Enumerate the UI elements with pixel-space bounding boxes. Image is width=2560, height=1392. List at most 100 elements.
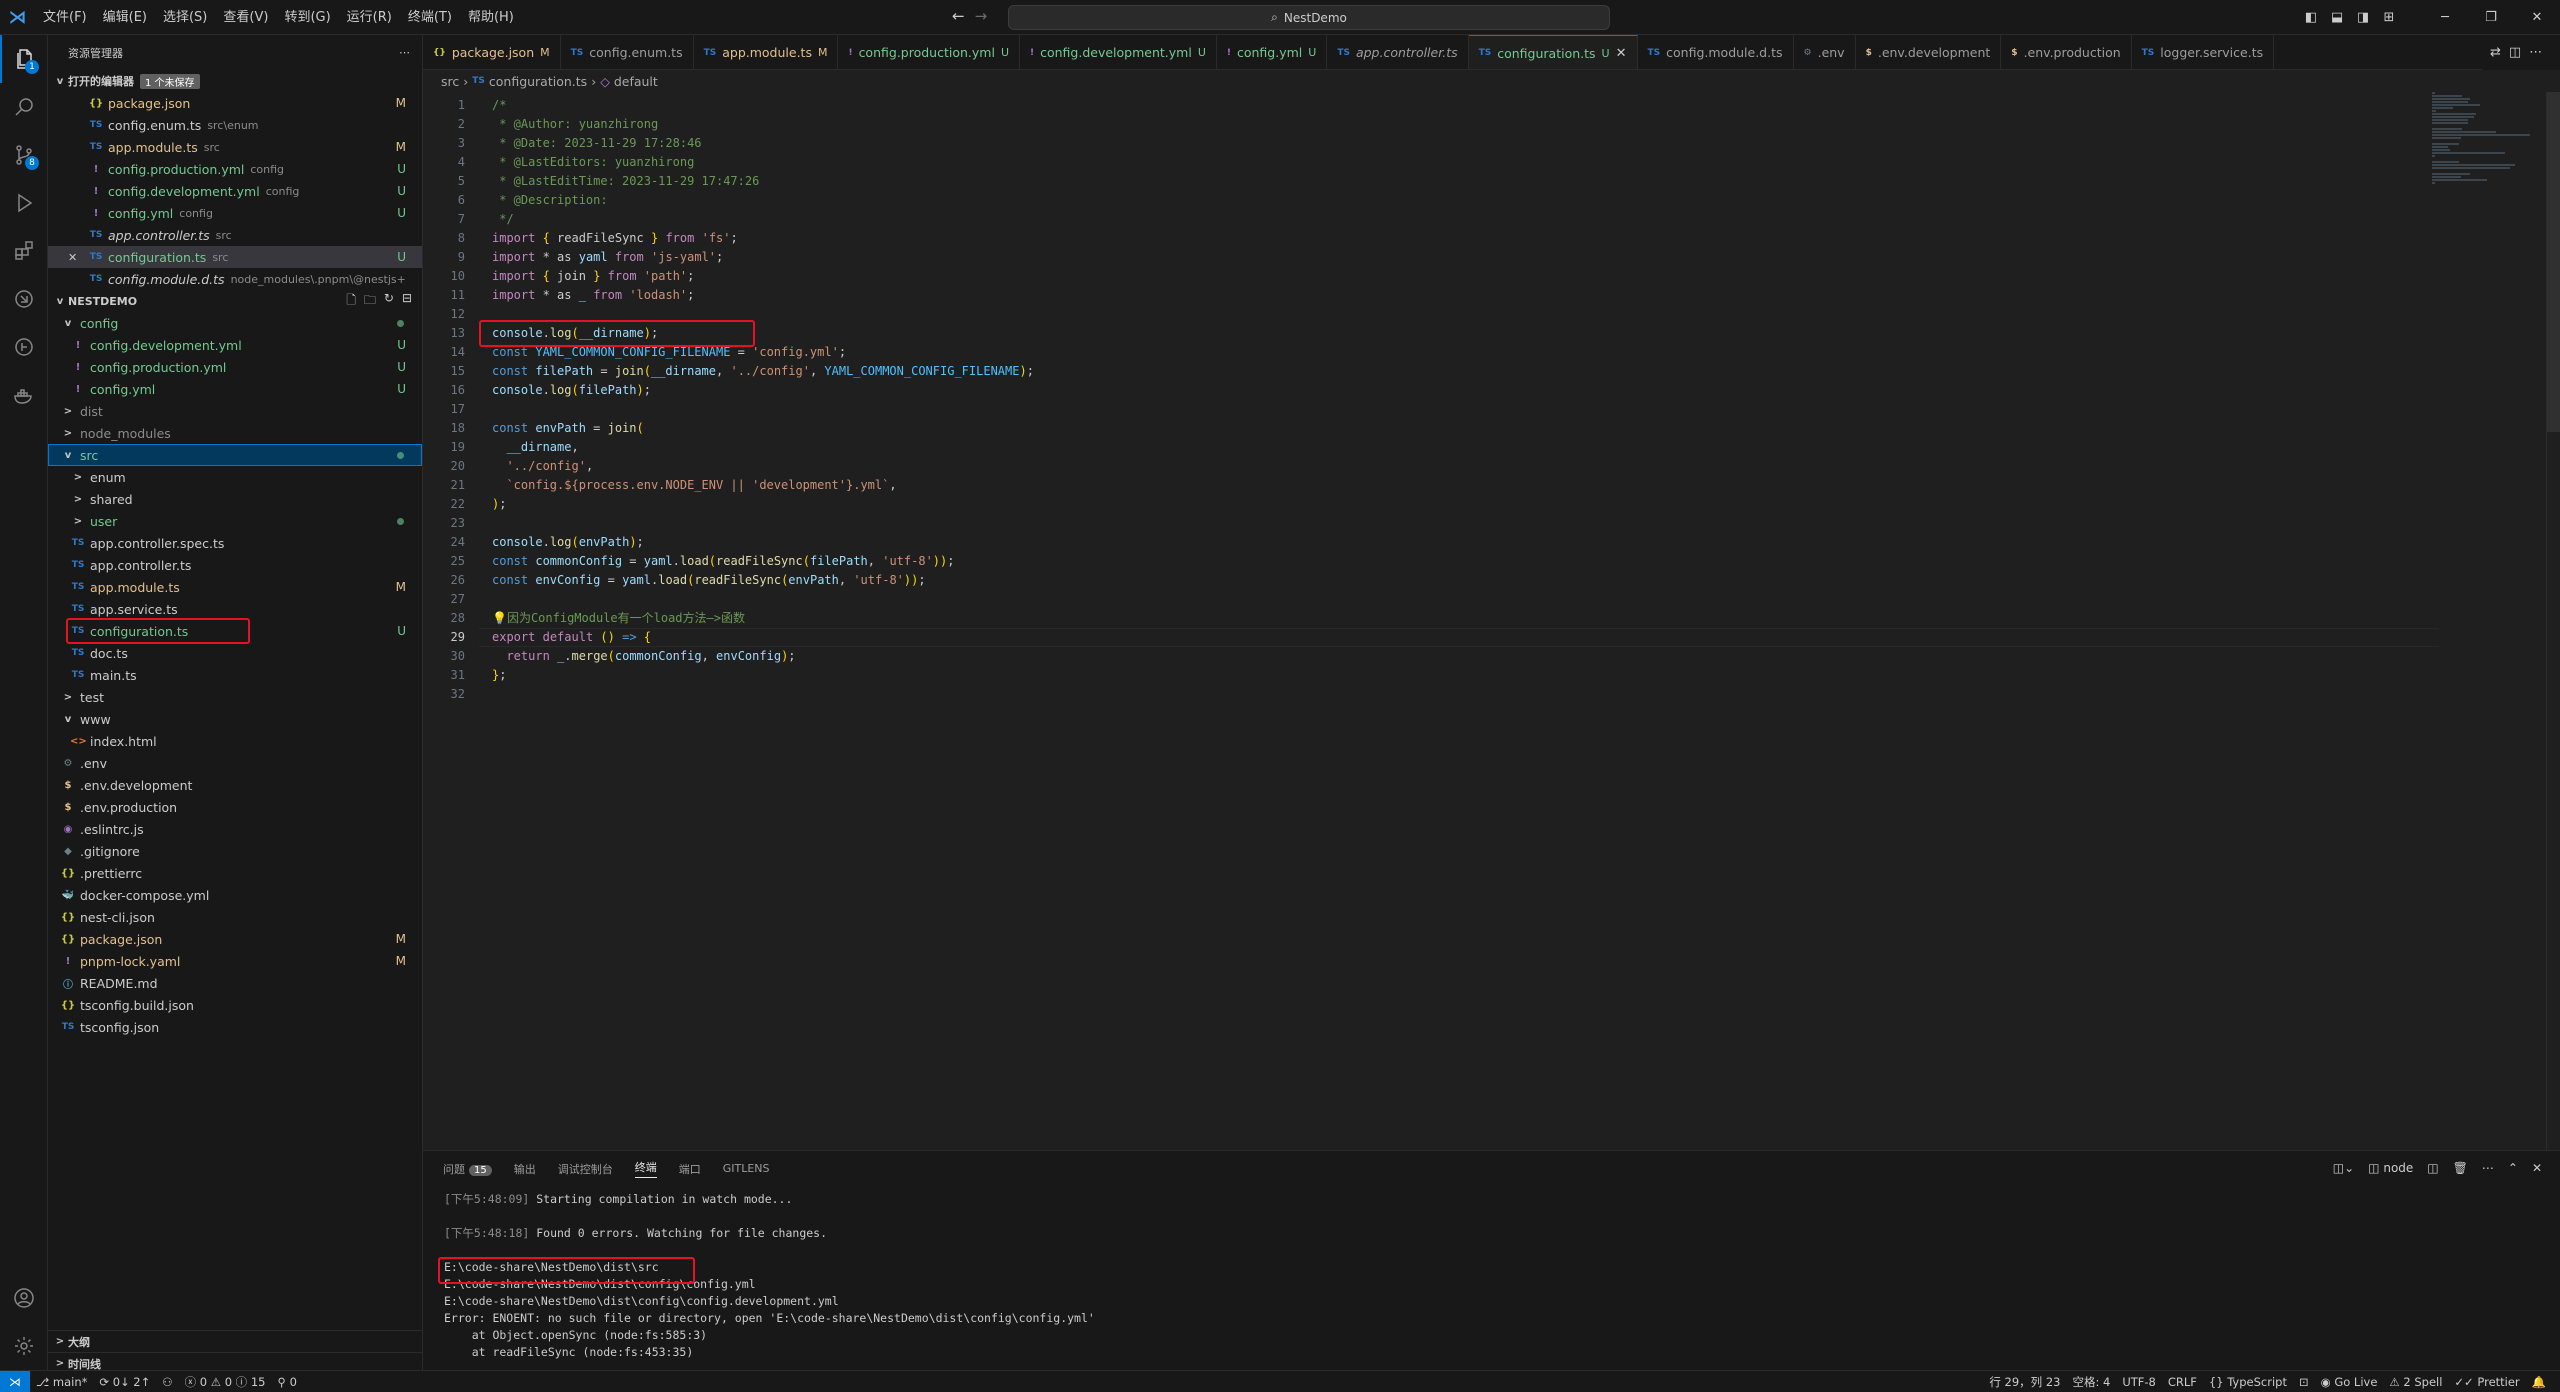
- spell-indicator[interactable]: ⚠ 2 Spell: [2383, 1375, 2448, 1389]
- file-item[interactable]: TS app.controller.ts: [48, 554, 422, 576]
- code-line[interactable]: import { join } from 'path';: [492, 267, 694, 286]
- customize-layout-icon[interactable]: ⊞: [2376, 10, 2402, 25]
- more-actions-icon[interactable]: ⋯: [2482, 1161, 2494, 1175]
- menu-go[interactable]: 转到(G): [276, 0, 338, 35]
- breadcrumb-folder[interactable]: src: [441, 74, 459, 89]
- explorer-icon[interactable]: 1: [0, 35, 48, 83]
- project-header[interactable]: v NESTDEMO 🗋 🗀 ↻ ⊟: [48, 290, 422, 312]
- code-line[interactable]: const commonConfig = yaml.load(readFileS…: [492, 552, 955, 571]
- git-graph-icon[interactable]: ⚇: [156, 1375, 178, 1389]
- code-line[interactable]: /*: [492, 96, 506, 115]
- outline-header[interactable]: > 大纲: [48, 1330, 422, 1352]
- code-line[interactable]: * @LastEditTime: 2023-11-29 17:47:26: [492, 172, 759, 191]
- file-item[interactable]: TS main.ts: [48, 664, 422, 686]
- file-item[interactable]: <> index.html: [48, 730, 422, 752]
- editor-tab[interactable]: $ .env.production: [2001, 35, 2132, 69]
- encoding[interactable]: UTF-8: [2116, 1375, 2162, 1389]
- new-folder-icon[interactable]: 🗀: [364, 291, 376, 312]
- code-line[interactable]: import { readFileSync } from 'fs';: [492, 229, 738, 248]
- file-item[interactable]: $ .env.development: [48, 774, 422, 796]
- file-item[interactable]: ⓘ README.md: [48, 972, 422, 994]
- remote-indicator-icon[interactable]: ⋊: [0, 1370, 30, 1392]
- sync-indicator[interactable]: ⟳ 0↓ 2↑: [93, 1375, 156, 1389]
- open-editor-item[interactable]: {} package.json M: [48, 92, 422, 114]
- folder-item[interactable]: > user: [48, 510, 422, 532]
- editor-tab[interactable]: {} package.json M: [423, 35, 561, 69]
- close-panel-icon[interactable]: ✕: [2532, 1161, 2542, 1175]
- file-item[interactable]: TS app.controller.spec.ts: [48, 532, 422, 554]
- prettier-indicator[interactable]: ✓✓ Prettier: [2448, 1375, 2525, 1389]
- file-item[interactable]: ⚙ .env: [48, 752, 422, 774]
- gitlens-icon[interactable]: [0, 323, 48, 371]
- open-editor-item[interactable]: TS config.module.d.ts node_modules\.pnpm\@…: [48, 268, 422, 290]
- menu-help[interactable]: 帮助(H): [460, 0, 522, 35]
- file-item[interactable]: {} package.json M: [48, 928, 422, 950]
- file-item[interactable]: TS app.service.ts: [48, 598, 422, 620]
- code-line[interactable]: import * as _ from 'lodash';: [492, 286, 694, 305]
- editor-tab[interactable]: ! config.development.yml U: [1020, 35, 1217, 69]
- settings-gear-icon[interactable]: [0, 1322, 48, 1370]
- tab-debug-console[interactable]: 调试控制台: [558, 1161, 613, 1177]
- split-editor-icon[interactable]: ◫: [2509, 45, 2521, 60]
- copilot-icon[interactable]: ⊡: [2293, 1375, 2315, 1389]
- toggle-sidebar-icon[interactable]: ◧: [2298, 10, 2324, 25]
- editor-tab[interactable]: ! config.yml U: [1217, 35, 1328, 69]
- close-tab-icon[interactable]: ✕: [1616, 46, 1627, 61]
- source-control-icon[interactable]: 8: [0, 131, 48, 179]
- branch-indicator[interactable]: ⎇ main*: [30, 1375, 93, 1389]
- code-line[interactable]: 💡因为ConfigModule有一个load方法—>函数: [492, 609, 745, 628]
- docker-icon[interactable]: [0, 371, 48, 419]
- file-item[interactable]: TS doc.ts: [48, 642, 422, 664]
- go-live-button[interactable]: ◉ Go Live: [2315, 1375, 2384, 1389]
- file-item[interactable]: TS app.module.ts M: [48, 576, 422, 598]
- menu-selection[interactable]: 选择(S): [155, 0, 215, 35]
- menu-terminal[interactable]: 终端(T): [400, 0, 460, 35]
- code-editor[interactable]: 1 /* 2 * @Author: yuanzhirong 3 * @Date: 20…: [423, 92, 2560, 1150]
- file-item[interactable]: {} tsconfig.build.json: [48, 994, 422, 1016]
- file-item[interactable]: 🐳 docker-compose.yml: [48, 884, 422, 906]
- editor-tab[interactable]: TS app.module.ts M: [694, 35, 839, 69]
- breadcrumb-file[interactable]: configuration.ts: [489, 74, 587, 89]
- restore-icon[interactable]: ❐: [2468, 10, 2514, 25]
- editor-tab[interactable]: TS config.enum.ts: [561, 35, 694, 69]
- editor-tab[interactable]: TS logger.service.ts: [2132, 35, 2275, 69]
- file-item[interactable]: {} .prettierrc: [48, 862, 422, 884]
- editor-tab[interactable]: ⚙ .env: [1794, 35, 1856, 69]
- forward-arrow-icon[interactable]: →: [975, 7, 988, 25]
- folder-item[interactable]: > enum: [48, 466, 422, 488]
- code-line[interactable]: return _.merge(commonConfig, envConfig);: [492, 647, 795, 666]
- file-item[interactable]: ◆ .gitignore: [48, 840, 422, 862]
- indentation[interactable]: 空格: 4: [2066, 1374, 2116, 1390]
- editor-tab[interactable]: $ .env.development: [1856, 35, 2002, 69]
- new-terminal-icon[interactable]: ◫⌄: [2333, 1161, 2354, 1175]
- notifications-bell-icon[interactable]: 🔔: [2526, 1375, 2552, 1389]
- terminal-selector[interactable]: ◫ node: [2368, 1161, 2413, 1175]
- refresh-icon[interactable]: ↻: [384, 291, 394, 312]
- folder-item[interactable]: v www: [48, 708, 422, 730]
- more-actions-icon[interactable]: ⋯: [399, 46, 410, 59]
- trash-icon[interactable]: 🗑: [2453, 1161, 2468, 1175]
- folder-item[interactable]: > shared: [48, 488, 422, 510]
- code-line[interactable]: );: [492, 495, 506, 514]
- code-line[interactable]: `config.${process.env.NODE_ENV || 'devel…: [492, 476, 896, 495]
- file-item[interactable]: ! config.development.yml U: [48, 334, 422, 356]
- file-item[interactable]: ◉ .eslintrc.js: [48, 818, 422, 840]
- cursor-position[interactable]: 行 29，列 23: [1983, 1374, 2066, 1390]
- breadcrumb-symbol[interactable]: default: [614, 74, 658, 89]
- file-item[interactable]: TS tsconfig.json: [48, 1016, 422, 1038]
- open-editor-item[interactable]: TS app.module.ts src M: [48, 136, 422, 158]
- code-line[interactable]: const envConfig = yaml.load(readFileSync…: [492, 571, 926, 590]
- code-line[interactable]: console.log(envPath);: [492, 533, 644, 552]
- problems-indicator[interactable]: ⓧ 0 ⚠ 0 ⓘ 15: [179, 1374, 272, 1390]
- menu-view[interactable]: 查看(V): [215, 0, 276, 35]
- code-line[interactable]: * @Date: 2023-11-29 17:28:46: [492, 134, 701, 153]
- line-ending[interactable]: CRLF: [2162, 1375, 2203, 1389]
- search-view-icon[interactable]: [0, 83, 48, 131]
- toggle-secondary-sidebar-icon[interactable]: ◨: [2350, 10, 2376, 25]
- folder-item[interactable]: v src: [48, 444, 422, 466]
- toggle-panel-icon[interactable]: ⬓: [2324, 10, 2350, 25]
- code-line[interactable]: * @Author: yuanzhirong: [492, 115, 658, 134]
- minimap[interactable]: [2432, 92, 2542, 184]
- folder-item[interactable]: v config: [48, 312, 422, 334]
- folder-item[interactable]: > dist: [48, 400, 422, 422]
